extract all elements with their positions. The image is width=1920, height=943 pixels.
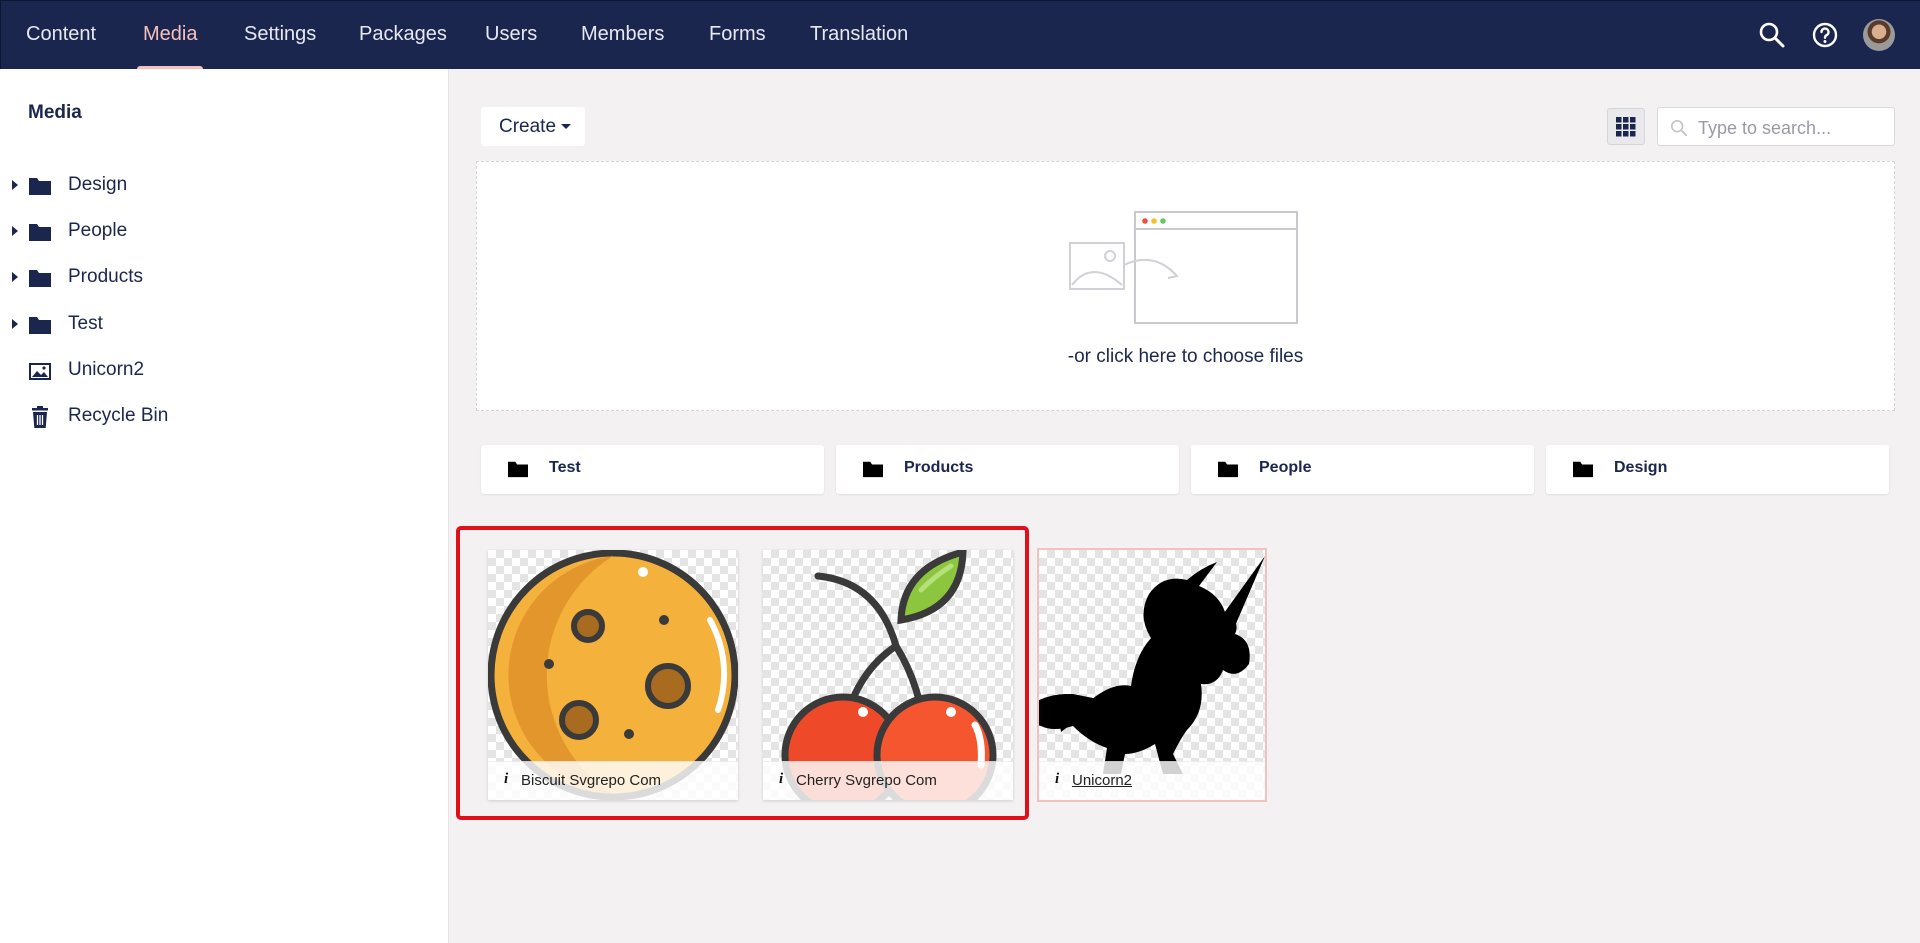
folder-card-label: Design <box>1614 459 1668 476</box>
media-caption: i Unicorn2 <box>1039 761 1265 800</box>
tree-item-test[interactable]: Test <box>0 305 448 345</box>
tree-item-label: Test <box>68 313 103 334</box>
folder-card-label: Products <box>904 459 974 476</box>
create-button-label: Create <box>499 116 557 137</box>
trash-icon <box>32 406 48 428</box>
media-name: Cherry Svgrepo Com <box>796 772 937 789</box>
search-icon[interactable] <box>1757 20 1787 50</box>
info-icon[interactable]: i <box>1055 771 1059 788</box>
expand-caret-icon[interactable] <box>12 226 18 236</box>
search-field <box>1657 107 1895 146</box>
grid-view-toggle[interactable] <box>1607 108 1645 145</box>
tree-item-products[interactable]: Products <box>0 258 448 298</box>
tree-item-label: Recycle Bin <box>68 405 169 426</box>
info-icon[interactable]: i <box>504 771 508 788</box>
sidebar-title: Media <box>28 102 82 123</box>
expand-caret-icon[interactable] <box>12 272 18 282</box>
nav-packages[interactable]: Packages <box>359 1 447 70</box>
tree-item-label: Unicorn2 <box>68 359 145 380</box>
search-input[interactable] <box>1696 115 1890 141</box>
media-name-link[interactable]: Unicorn2 <box>1072 772 1132 789</box>
media-caption: i Biscuit Svgrepo Com <box>488 761 738 800</box>
media-name: Biscuit Svgrepo Com <box>521 772 662 789</box>
folder-card-people[interactable]: People <box>1191 445 1534 494</box>
nav-settings[interactable]: Settings <box>244 1 316 70</box>
folder-icon <box>29 317 51 334</box>
folder-card-test[interactable]: Test <box>481 445 824 494</box>
nav-translation[interactable]: Translation <box>810 1 908 70</box>
folder-card-label: People <box>1259 459 1312 476</box>
top-navigation-bar: Content Media Settings Packages Users Me… <box>0 0 1920 70</box>
folder-card-design[interactable]: Design <box>1546 445 1889 494</box>
folder-icon <box>1218 461 1238 478</box>
tree-item-label: People <box>68 220 128 241</box>
folder-card-products[interactable]: Products <box>836 445 1179 494</box>
upload-illustration-icon <box>1069 211 1298 324</box>
tree-item-people[interactable]: People <box>0 212 448 252</box>
tree-item-design[interactable]: Design <box>0 166 448 206</box>
nav-members[interactable]: Members <box>581 1 664 70</box>
nav-users[interactable]: Users <box>485 1 537 70</box>
nav-content[interactable]: Content <box>26 1 96 70</box>
chevron-down-icon <box>561 124 572 130</box>
folder-icon <box>29 224 51 241</box>
folder-card-label: Test <box>549 459 581 476</box>
nav-forms[interactable]: Forms <box>709 1 766 70</box>
folder-icon <box>1573 461 1593 478</box>
image-icon <box>29 363 51 380</box>
media-card-unicorn2[interactable]: i Unicorn2 <box>1039 550 1265 800</box>
upload-dropzone[interactable]: -or click here to choose files <box>476 161 1895 411</box>
choose-files-link[interactable]: -or click here to choose files <box>477 346 1894 368</box>
search-icon <box>1670 119 1688 137</box>
tree-item-recycle-bin[interactable]: Recycle Bin <box>0 397 448 437</box>
sidebar: Media Design People Products Test Unicor… <box>0 69 449 943</box>
expand-caret-icon[interactable] <box>12 319 18 329</box>
folder-icon <box>29 270 51 287</box>
folder-icon <box>508 461 528 478</box>
folder-icon <box>863 461 883 478</box>
grid-icon <box>1616 117 1636 137</box>
user-avatar[interactable] <box>1863 19 1895 51</box>
folder-icon <box>29 178 51 195</box>
create-button[interactable]: Create <box>481 107 585 146</box>
tree-item-label: Products <box>68 266 143 287</box>
info-icon[interactable]: i <box>779 771 783 788</box>
media-card-biscuit[interactable]: i Biscuit Svgrepo Com <box>488 550 738 800</box>
expand-caret-icon[interactable] <box>12 180 18 190</box>
media-caption: i Cherry Svgrepo Com <box>763 761 1013 800</box>
media-card-cherry[interactable]: i Cherry Svgrepo Com <box>763 550 1013 800</box>
help-icon[interactable] <box>1810 20 1840 50</box>
tree-item-unicorn2[interactable]: Unicorn2 <box>0 351 448 391</box>
tree-item-label: Design <box>68 174 128 195</box>
nav-media[interactable]: Media <box>136 1 205 70</box>
